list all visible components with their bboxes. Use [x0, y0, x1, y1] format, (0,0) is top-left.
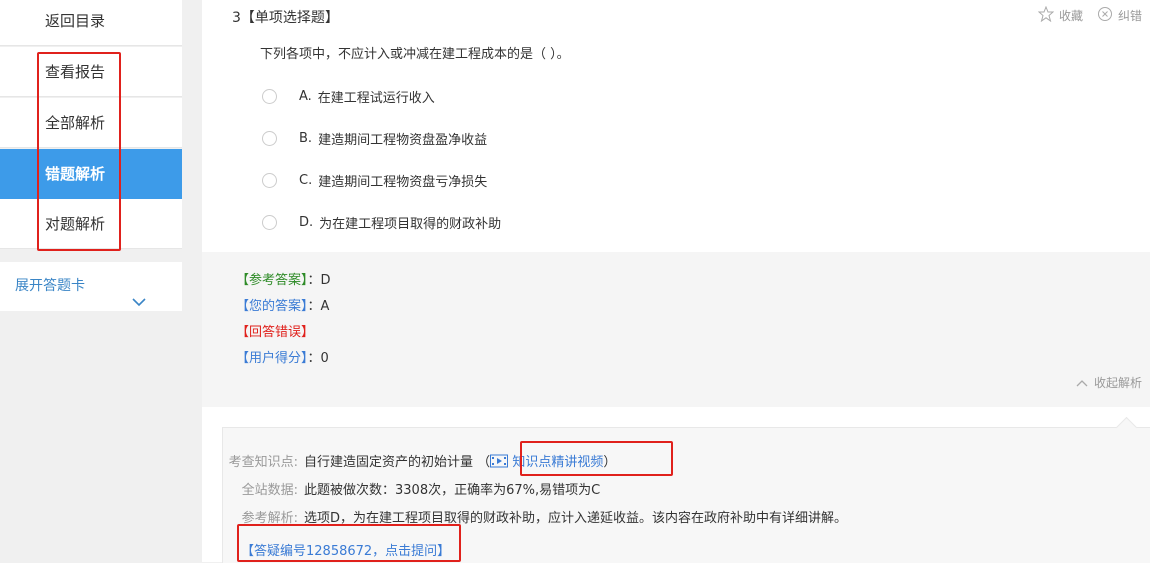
option-text: 建造期间工程物资盘盈净收益 — [318, 132, 488, 148]
chevron-down-icon — [132, 279, 146, 328]
expand-answer-card-button[interactable]: 展开答题卡 — [0, 262, 182, 311]
separator: ： — [307, 351, 321, 366]
knowledge-point-label: 考查知识点: — [228, 455, 298, 470]
option-text: 建造期间工程物资盘亏净损失 — [318, 174, 488, 190]
option-d[interactable]: D. 为在建工程项目取得的财政补助 — [262, 212, 501, 232]
sidebar-item-back-to-catalog[interactable]: 返回目录 — [0, 0, 182, 46]
radio-button[interactable] — [262, 88, 277, 104]
report-error-label: 纠错 — [1117, 9, 1142, 23]
separator: ： — [307, 299, 321, 314]
knowledge-point-value: 自行建造固定资产的初始计量 — [304, 455, 474, 470]
site-stats-row: 全站数据: 此题被做次数：3308次，正确率为67%,易错项为C — [223, 479, 601, 498]
option-letter: A. — [299, 88, 312, 104]
your-answer-row: 【您的答案】：A — [236, 295, 329, 314]
radio-button[interactable] — [262, 214, 277, 230]
close-circle-icon — [1097, 6, 1113, 25]
option-a[interactable]: A. 在建工程试运行收入 — [262, 86, 435, 106]
option-letter: D. — [299, 214, 314, 230]
reference-answer-value: D — [320, 273, 331, 288]
collapse-analysis-button[interactable]: 收起解析 — [1076, 374, 1142, 391]
your-answer-label: 【您的答案】 — [236, 299, 308, 314]
result-status: 【回答错误】 — [236, 325, 315, 340]
separator: ： — [307, 273, 321, 288]
question-actions: 收藏 纠错 — [1037, 5, 1142, 25]
chevron-up-icon — [1076, 376, 1088, 390]
question-text: 下列各项中，不应计入或冲减在建工程成本的是（ ）。 — [260, 47, 570, 62]
option-text: 为在建工程项目取得的财政补助 — [319, 216, 502, 232]
site-stats-value: 此题被做次数：3308次，正确率为67%,易错项为C — [304, 483, 601, 498]
highlight-box — [37, 52, 121, 251]
collapse-analysis-label: 收起解析 — [1093, 376, 1142, 390]
radio-button[interactable] — [262, 130, 277, 146]
favorite-button[interactable]: 收藏 — [1037, 5, 1083, 25]
highlight-box — [237, 524, 461, 562]
radio-button[interactable] — [262, 172, 277, 188]
reference-answer-row: 【参考答案】：D — [236, 269, 331, 288]
option-letter: C. — [299, 172, 313, 188]
your-answer-value: A — [320, 299, 330, 314]
report-error-button[interactable]: 纠错 — [1097, 6, 1142, 25]
expand-answer-card-label: 展开答题卡 — [15, 278, 85, 294]
user-score-label: 【用户得分】 — [236, 351, 308, 366]
site-stats-label: 全站数据: — [241, 483, 298, 498]
user-score-value: 0 — [320, 351, 329, 366]
question-title: 3【单项选择题】 — [232, 10, 339, 26]
favorite-label: 收藏 — [1058, 9, 1083, 23]
question-panel: 3【单项选择题】 收藏 纠错 下列各项中，不应计入或冲减在建工程成本的是（ ）。… — [202, 0, 1150, 563]
reference-answer-label: 【参考答案】 — [236, 273, 308, 288]
sidebar-item-label: 返回目录 — [45, 12, 106, 30]
answer-panel: 【参考答案】：D 【您的答案】：A 【回答错误】 【用户得分】：0 收起解析 — [202, 252, 1150, 407]
star-icon — [1037, 5, 1055, 25]
option-text: 在建工程试运行收入 — [317, 90, 435, 106]
highlight-box — [520, 441, 673, 476]
user-score-row: 【用户得分】：0 — [236, 347, 329, 366]
video-icon — [490, 454, 509, 472]
sidebar: 返回目录 查看报告 全部解析 错题解析 对题解析 展开答题卡 — [0, 0, 182, 562]
option-b[interactable]: B. 建造期间工程物资盘盈净收益 — [262, 128, 487, 148]
panel-pointer — [1115, 416, 1138, 439]
option-c[interactable]: C. 建造期间工程物资盘亏净损失 — [262, 170, 487, 190]
option-letter: B. — [299, 130, 313, 146]
